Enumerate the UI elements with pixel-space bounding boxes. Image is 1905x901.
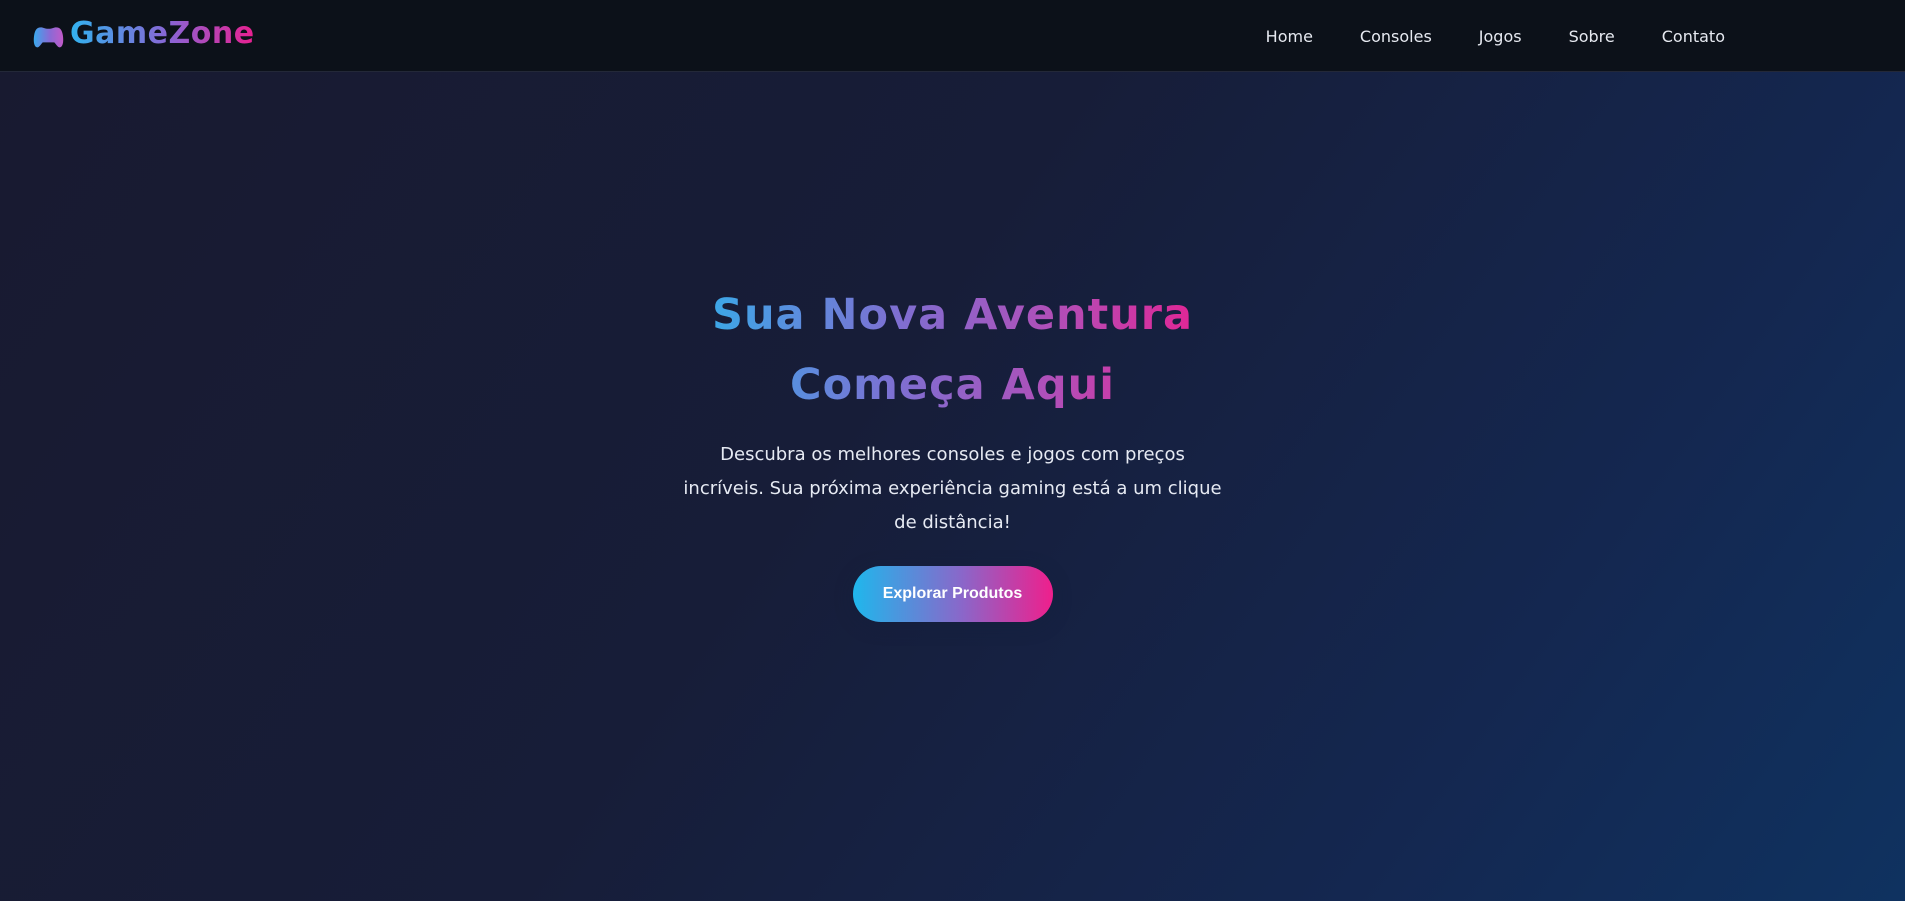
nav-link-consoles[interactable]: Consoles xyxy=(1360,27,1432,46)
hero-section: Sua Nova Aventura Começa Aqui Descubra o… xyxy=(0,280,1905,622)
brand-logo[interactable]: GameZone xyxy=(33,16,255,51)
nav-link-home[interactable]: Home xyxy=(1266,27,1313,46)
nav-link-sobre[interactable]: Sobre xyxy=(1569,27,1615,46)
page: GameZone Home Consoles Jogos Sobre Conta… xyxy=(0,0,1905,901)
navbar: GameZone Home Consoles Jogos Sobre Conta… xyxy=(0,0,1905,72)
gamepad-icon xyxy=(33,26,64,47)
hero-title: Sua Nova Aventura Começa Aqui xyxy=(673,280,1233,420)
nav-link-jogos[interactable]: Jogos xyxy=(1479,27,1522,46)
main-nav: Home Consoles Jogos Sobre Contato xyxy=(1266,0,1725,72)
hero-subtitle: Descubra os melhores consoles e jogos co… xyxy=(683,444,1222,533)
explore-products-button[interactable]: Explorar Produtos xyxy=(852,566,1053,622)
brand-name: GameZone xyxy=(70,16,255,51)
nav-link-contato[interactable]: Contato xyxy=(1662,27,1725,46)
